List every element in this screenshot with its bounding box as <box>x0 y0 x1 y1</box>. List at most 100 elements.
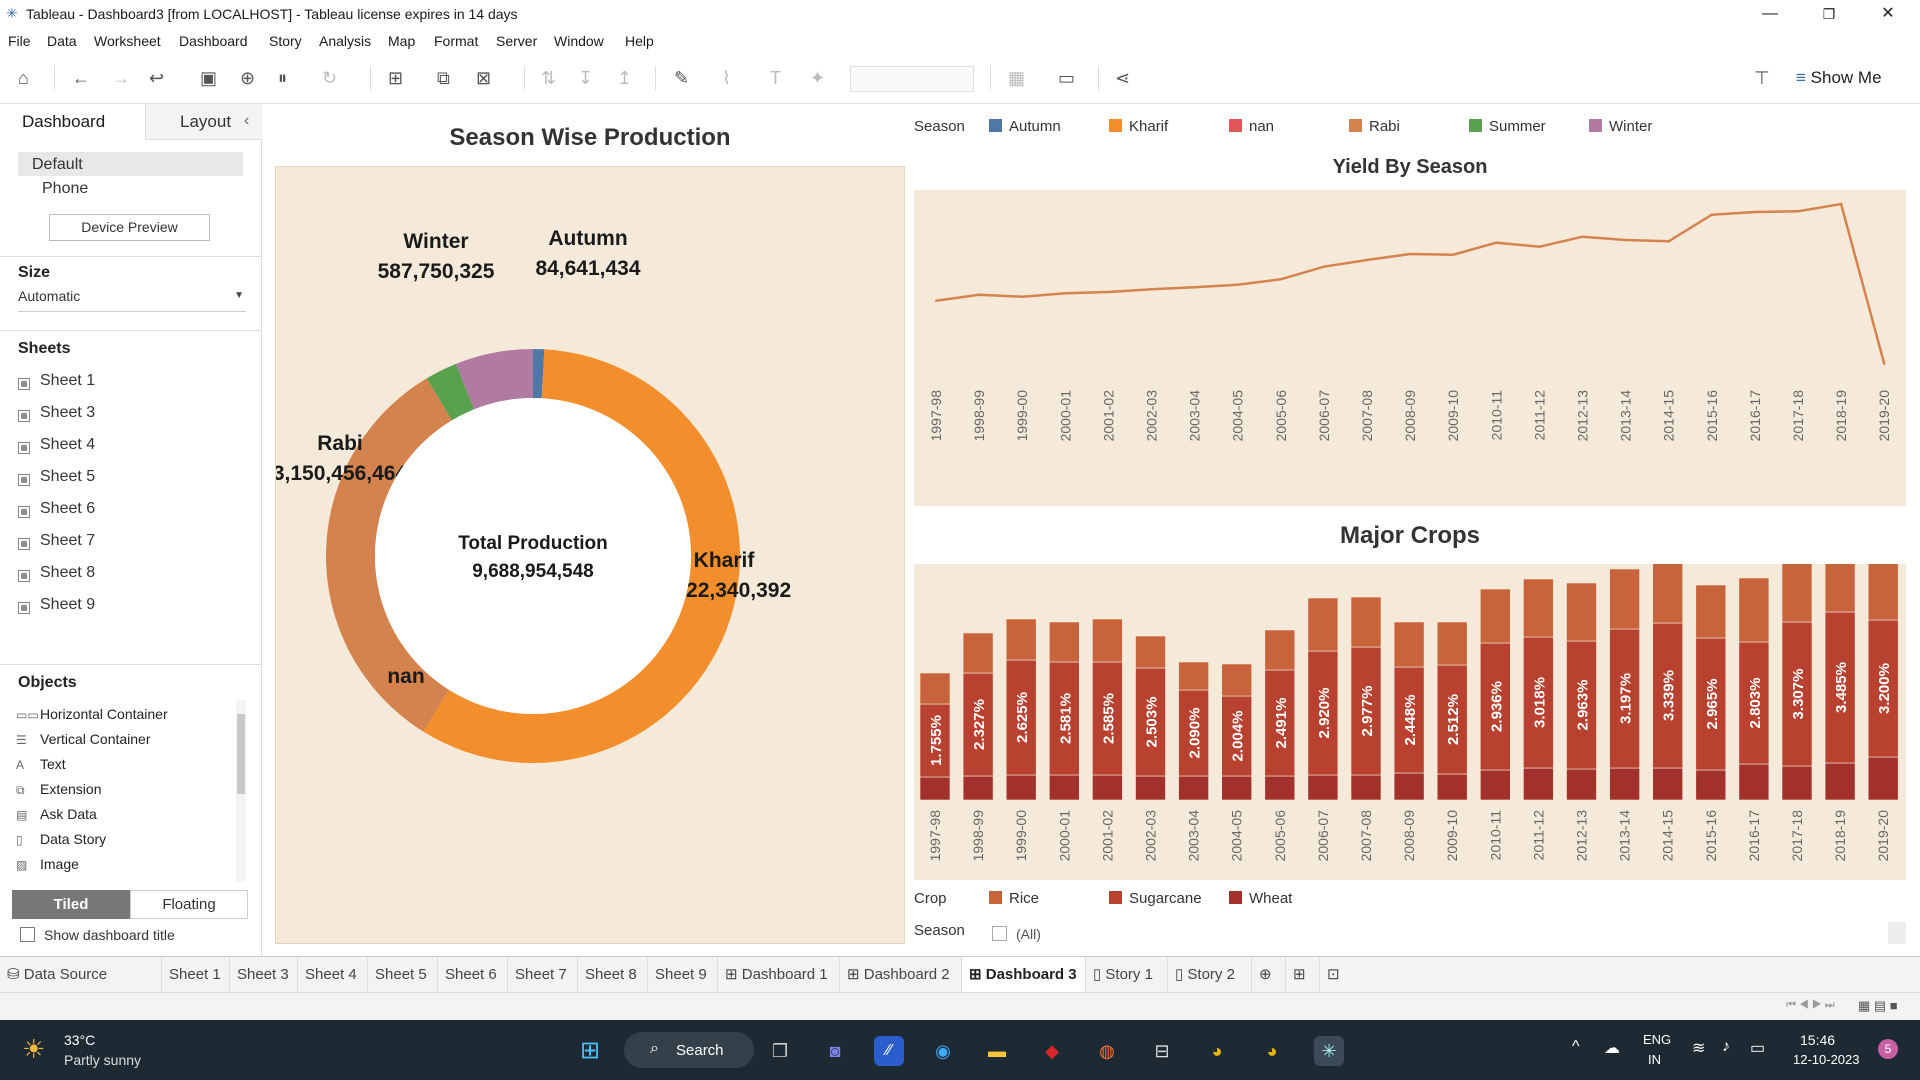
tab-sheet[interactable]: Sheet 8 <box>578 957 648 993</box>
refresh-icon[interactable]: ↻ <box>322 68 337 88</box>
menu-analysis[interactable]: Analysis <box>319 33 371 49</box>
weather-icon[interactable]: ☀ <box>22 1034 45 1065</box>
edge-browser-icon[interactable]: ◉ <box>928 1036 958 1066</box>
legend-item-kharif[interactable]: Kharif <box>1109 118 1168 135</box>
tab-sheet[interactable]: Sheet 7 <box>508 957 578 993</box>
tab-sheet[interactable]: Sheet 9 <box>648 957 718 993</box>
firefox-icon[interactable]: ◍ <box>1092 1036 1122 1066</box>
pin-icon[interactable]: ✦ <box>810 68 825 88</box>
tab-sheet[interactable]: Sheet 6 <box>438 957 508 993</box>
minimize-button[interactable]: — <box>1755 4 1785 24</box>
legend-item-winter[interactable]: Winter <box>1589 118 1652 135</box>
onedrive-icon[interactable]: ☁ <box>1604 1038 1620 1058</box>
tableau-taskbar-icon[interactable]: ✳ <box>1314 1036 1344 1066</box>
legend-item-autumn[interactable]: Autumn <box>989 118 1061 135</box>
object-extension[interactable]: ⧉ Extension <box>16 781 101 798</box>
season-filter-all-checkbox[interactable] <box>992 926 1007 941</box>
store-icon[interactable]: ⊟ <box>1147 1036 1177 1066</box>
collapse-panel-icon[interactable]: ‹ <box>244 112 249 130</box>
highlight-icon[interactable]: ✎ <box>674 68 689 88</box>
duplicate-icon[interactable]: ⧉ <box>437 68 450 88</box>
sheet-item[interactable]: ▦ Sheet 1 <box>18 372 95 390</box>
share-icon[interactable]: ⋖ <box>1115 68 1130 88</box>
language-top[interactable]: ENG <box>1643 1032 1671 1047</box>
menu-help[interactable]: Help <box>625 33 654 49</box>
legend-item-rice[interactable]: Rice <box>989 890 1039 907</box>
object-data-story[interactable]: ▯ Data Story <box>16 831 106 847</box>
volume-icon[interactable]: ♪ <box>1722 1038 1730 1056</box>
new-dashboard-tab-icon[interactable]: ⊞ <box>1286 957 1320 993</box>
device-phone[interactable]: Phone <box>42 180 88 198</box>
tab-sheet[interactable]: Sheet 4 <box>298 957 368 993</box>
task-view-icon[interactable]: ❐ <box>765 1036 795 1066</box>
clock-time[interactable]: 15:46 <box>1800 1032 1835 1048</box>
close-button[interactable]: ✕ <box>1873 4 1903 24</box>
sheet-item[interactable]: ▦ Sheet 7 <box>18 532 95 550</box>
new-worksheet-tab-icon[interactable]: ⊕ <box>1252 957 1286 993</box>
device-preview-button[interactable]: Device Preview <box>49 214 210 241</box>
menu-map[interactable]: Map <box>388 33 415 49</box>
show-hidden-icons-icon[interactable]: ^ <box>1572 1038 1580 1056</box>
size-dropdown[interactable]: Automatic ▼ <box>18 288 246 312</box>
object-vertical-container[interactable]: ☰ Vertical Container <box>16 731 151 747</box>
view-mode-icons[interactable]: ▦ ▤ ■ <box>1858 998 1898 1014</box>
fit-dropdown[interactable] <box>850 66 974 92</box>
menu-worksheet[interactable]: Worksheet <box>94 33 161 49</box>
sheet-item[interactable]: ▦ Sheet 4 <box>18 436 95 454</box>
replay-icon[interactable]: ↩ <box>149 68 164 88</box>
new-data-source-icon[interactable]: ⊕ <box>240 68 255 88</box>
tab-dashboard[interactable]: ⊞ Dashboard 2 <box>840 957 962 993</box>
undo-icon[interactable]: ← <box>72 68 90 88</box>
legend-item-sugarcane[interactable]: Sugarcane <box>1109 890 1202 907</box>
new-worksheet-icon[interactable]: ⊞ <box>388 68 403 88</box>
home-icon[interactable]: ⌂ <box>18 68 29 88</box>
device-default[interactable]: Default <box>18 152 243 176</box>
tiled-toggle[interactable]: Tiled <box>12 890 130 919</box>
legend-item-summer[interactable]: Summer <box>1469 118 1546 135</box>
legend-item-rabi[interactable]: Rabi <box>1349 118 1400 135</box>
show-title-checkbox[interactable] <box>20 927 35 942</box>
sort-descending-icon[interactable]: ↥ <box>617 68 632 88</box>
sheet-item[interactable]: ▦ Sheet 5 <box>18 468 95 486</box>
sheet-item[interactable]: ▦ Sheet 9 <box>18 596 95 614</box>
menu-file[interactable]: File <box>8 33 31 49</box>
floating-toggle[interactable]: Floating <box>130 890 248 919</box>
clear-sheet-icon[interactable]: ⊠ <box>476 68 491 88</box>
wifi-icon[interactable]: ≋ <box>1692 1038 1705 1058</box>
tab-dashboard[interactable]: ⊞ Dashboard 1 <box>718 957 840 993</box>
taskbar-search[interactable]: ⌕ Search <box>624 1032 754 1068</box>
sheet-item[interactable]: ▦ Sheet 8 <box>18 564 95 582</box>
tab-sheet[interactable]: Sheet 5 <box>368 957 438 993</box>
chrome-profile-icon[interactable]: ◕ <box>1257 1036 1287 1066</box>
object-image[interactable]: ▨ Image <box>16 856 79 872</box>
sheet-nav-icons[interactable]: ⏮ ◀ ▶ ⏭ <box>1786 999 1835 1012</box>
object-ask-data[interactable]: ▤ Ask Data <box>16 806 97 822</box>
show-me-button[interactable]: ≡ Show Me <box>1796 68 1882 88</box>
pause-updates-icon[interactable]: ⏸ <box>278 68 287 88</box>
menu-format[interactable]: Format <box>434 33 478 49</box>
sheet-item[interactable]: ▦ Sheet 3 <box>18 404 95 422</box>
mcafee-icon[interactable]: ◆ <box>1037 1036 1067 1066</box>
new-story-tab-icon[interactable]: ⊡ <box>1320 957 1354 993</box>
presentation-mode-icon[interactable]: ▭ <box>1058 68 1075 88</box>
format-painter-icon[interactable]: ⊤ <box>1754 68 1770 88</box>
teams-icon[interactable]: ◙ <box>820 1036 850 1066</box>
windows-start-icon[interactable]: ⊞ <box>575 1036 605 1066</box>
restore-button[interactable]: ❐ <box>1814 4 1844 24</box>
tab-story[interactable]: ▯ Story 1 <box>1086 957 1168 993</box>
tab-sheet[interactable]: Sheet 3 <box>230 957 298 993</box>
object-text[interactable]: A Text <box>16 756 66 772</box>
sheet-item[interactable]: ▦ Sheet 6 <box>18 500 95 518</box>
menu-story[interactable]: Story <box>269 33 302 49</box>
menu-server[interactable]: Server <box>496 33 537 49</box>
show-cards-icon[interactable]: ▦ <box>1008 68 1025 88</box>
app-icon[interactable]: ⁄⁄ <box>874 1036 904 1066</box>
tab-dashboard-active[interactable]: ⊞ Dashboard 3 <box>962 957 1086 993</box>
menu-window[interactable]: Window <box>554 33 604 49</box>
save-icon[interactable]: ▣ <box>200 68 217 88</box>
swap-icon[interactable]: ⇅ <box>541 68 556 88</box>
tab-story[interactable]: ▯ Story 2 <box>1168 957 1252 993</box>
menu-data[interactable]: Data <box>47 33 77 49</box>
redo-icon[interactable]: → <box>112 68 130 88</box>
legend-item-nan[interactable]: nan <box>1229 118 1274 135</box>
